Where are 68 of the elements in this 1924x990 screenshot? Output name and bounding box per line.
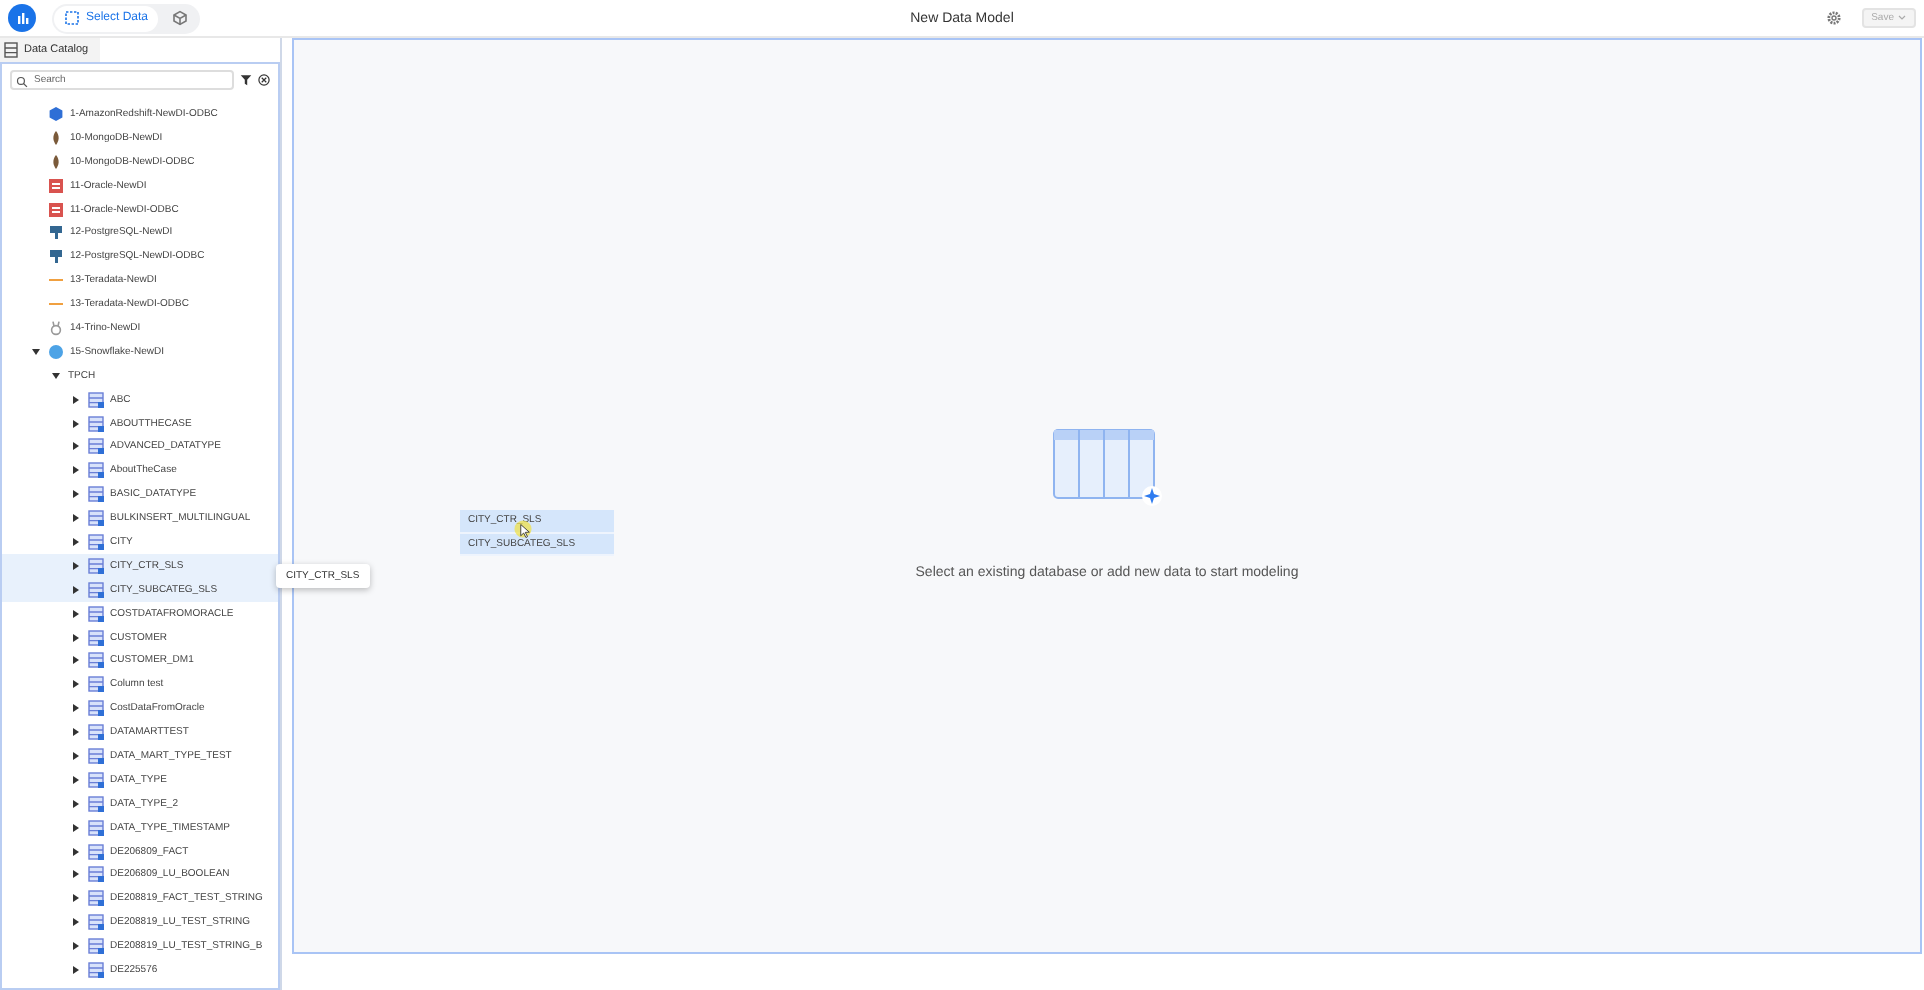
table-icon — [88, 581, 104, 598]
caret-icon — [1898, 14, 1906, 22]
table-icon — [88, 890, 104, 907]
table-icon — [88, 415, 104, 432]
circle-icon — [48, 343, 64, 360]
table-icon — [88, 510, 104, 527]
table-icon — [88, 652, 104, 669]
table-icon — [88, 676, 104, 693]
database-icon — [48, 177, 64, 194]
table-icon — [88, 605, 104, 622]
cube-icon — [172, 10, 189, 26]
selection-icon — [64, 10, 80, 26]
caret-icon[interactable] — [72, 751, 80, 760]
database-icon — [48, 201, 64, 217]
table-icon — [88, 462, 104, 479]
caret-icon[interactable] — [72, 823, 80, 832]
caret-icon[interactable] — [72, 466, 80, 475]
table-illustration-icon — [1051, 428, 1163, 508]
caret-icon[interactable] — [72, 966, 80, 974]
caret-icon[interactable] — [72, 395, 80, 404]
close-icon — [258, 74, 270, 86]
caret-icon[interactable] — [72, 442, 80, 451]
caret-icon[interactable] — [72, 537, 80, 546]
table-icon — [88, 533, 104, 550]
table-icon — [88, 843, 104, 860]
chart-icon — [14, 10, 30, 26]
caret-icon[interactable] — [32, 347, 40, 356]
caret-icon[interactable] — [72, 799, 80, 808]
caret-icon[interactable] — [72, 490, 80, 499]
table-icon — [88, 747, 104, 764]
caret-icon[interactable] — [72, 680, 80, 689]
caret-icon[interactable] — [72, 585, 80, 594]
list-icon — [4, 42, 18, 58]
table-icon — [88, 914, 104, 931]
caret-icon[interactable] — [72, 704, 80, 713]
table-icon — [88, 438, 104, 455]
table-icon — [88, 629, 104, 646]
caret-icon[interactable] — [72, 419, 80, 428]
table-icon — [88, 391, 104, 408]
app-logo[interactable] — [8, 4, 36, 32]
table-icon — [88, 819, 104, 836]
caret-icon[interactable] — [72, 894, 80, 903]
table-icon — [88, 771, 104, 788]
hexagon-icon — [48, 105, 64, 122]
table-icon — [88, 938, 104, 955]
table-icon — [88, 962, 104, 978]
filter-icon — [240, 74, 252, 86]
caret-icon[interactable] — [72, 514, 80, 523]
caret-icon[interactable] — [72, 561, 80, 570]
table-icon — [88, 866, 104, 883]
caret-icon[interactable] — [72, 918, 80, 927]
caret-icon[interactable] — [72, 633, 80, 642]
cursor-icon — [514, 520, 532, 538]
caret-icon[interactable] — [72, 609, 80, 618]
table-icon — [88, 795, 104, 812]
caret-icon[interactable] — [72, 728, 80, 737]
caret-icon[interactable] — [72, 775, 80, 784]
table-icon — [88, 557, 104, 574]
caret-icon[interactable] — [72, 656, 80, 665]
caret-icon[interactable] — [72, 847, 80, 856]
rabbit-icon — [48, 319, 64, 336]
table-icon — [88, 700, 104, 717]
table-icon — [88, 724, 104, 741]
settings-icon — [1825, 10, 1842, 26]
table-icon — [88, 486, 104, 503]
caret-icon[interactable] — [52, 371, 60, 380]
caret-icon[interactable] — [72, 870, 80, 879]
caret-icon[interactable] — [72, 942, 80, 951]
